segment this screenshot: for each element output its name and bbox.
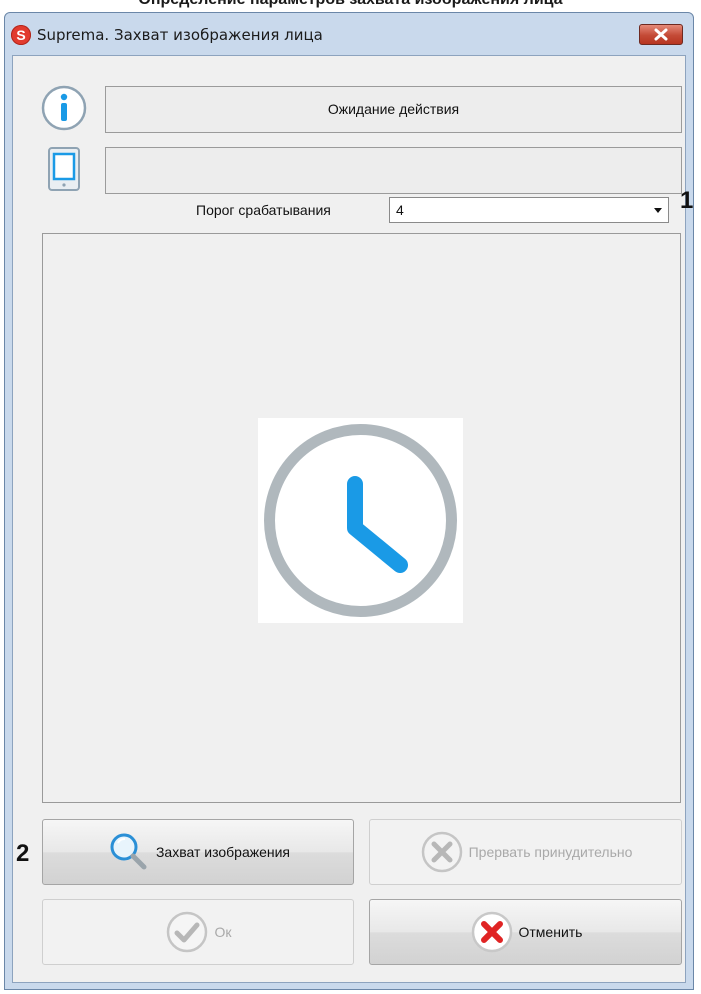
threshold-value: 4 bbox=[396, 202, 404, 218]
dropdown-arrow-icon bbox=[654, 208, 662, 213]
magnifier-icon bbox=[110, 833, 147, 870]
window-title: Suprema. Захват изображения лица bbox=[37, 26, 323, 44]
cancel-x-icon bbox=[471, 911, 512, 953]
cancel-button[interactable]: Отменить bbox=[369, 899, 682, 965]
face-image-viewport bbox=[42, 233, 681, 803]
capture-image-label: Захват изображения bbox=[155, 844, 291, 860]
status-info-text: Ожидание действия bbox=[327, 101, 460, 117]
device-status-field bbox=[105, 147, 682, 194]
capture-image-button[interactable]: Захват изображения bbox=[42, 819, 354, 885]
close-icon bbox=[654, 28, 668, 41]
face-capture-window: S Suprema. Захват изображения лица Ожида… bbox=[4, 12, 694, 990]
waiting-indicator bbox=[258, 418, 463, 623]
threshold-label: Порог срабатывания bbox=[196, 202, 331, 218]
device-icon bbox=[48, 147, 80, 191]
dialog-client-area: Ожидание действия Порог срабатывания 4 З… bbox=[12, 55, 686, 983]
info-icon bbox=[41, 85, 87, 131]
close-button[interactable] bbox=[639, 24, 683, 45]
ok-button[interactable]: Ок bbox=[42, 899, 354, 965]
background-caption: Определение параметров захвата изображен… bbox=[0, 0, 701, 9]
abort-button[interactable]: Прервать принудительно bbox=[369, 819, 682, 885]
callout-marker-2: 2 bbox=[16, 840, 30, 867]
callout-marker-1: 1 bbox=[680, 187, 694, 214]
cancel-circle-icon bbox=[421, 831, 462, 873]
cancel-label: Отменить bbox=[518, 924, 583, 940]
status-info-field: Ожидание действия bbox=[105, 86, 682, 133]
checkmark-icon bbox=[167, 911, 208, 953]
abort-label: Прервать принудительно bbox=[468, 844, 633, 860]
suprema-app-icon: S bbox=[11, 25, 31, 45]
ok-label: Ок bbox=[214, 924, 232, 940]
clock-icon bbox=[264, 424, 457, 617]
title-bar[interactable]: S Suprema. Захват изображения лица bbox=[5, 13, 693, 55]
threshold-select[interactable]: 4 bbox=[389, 197, 669, 223]
